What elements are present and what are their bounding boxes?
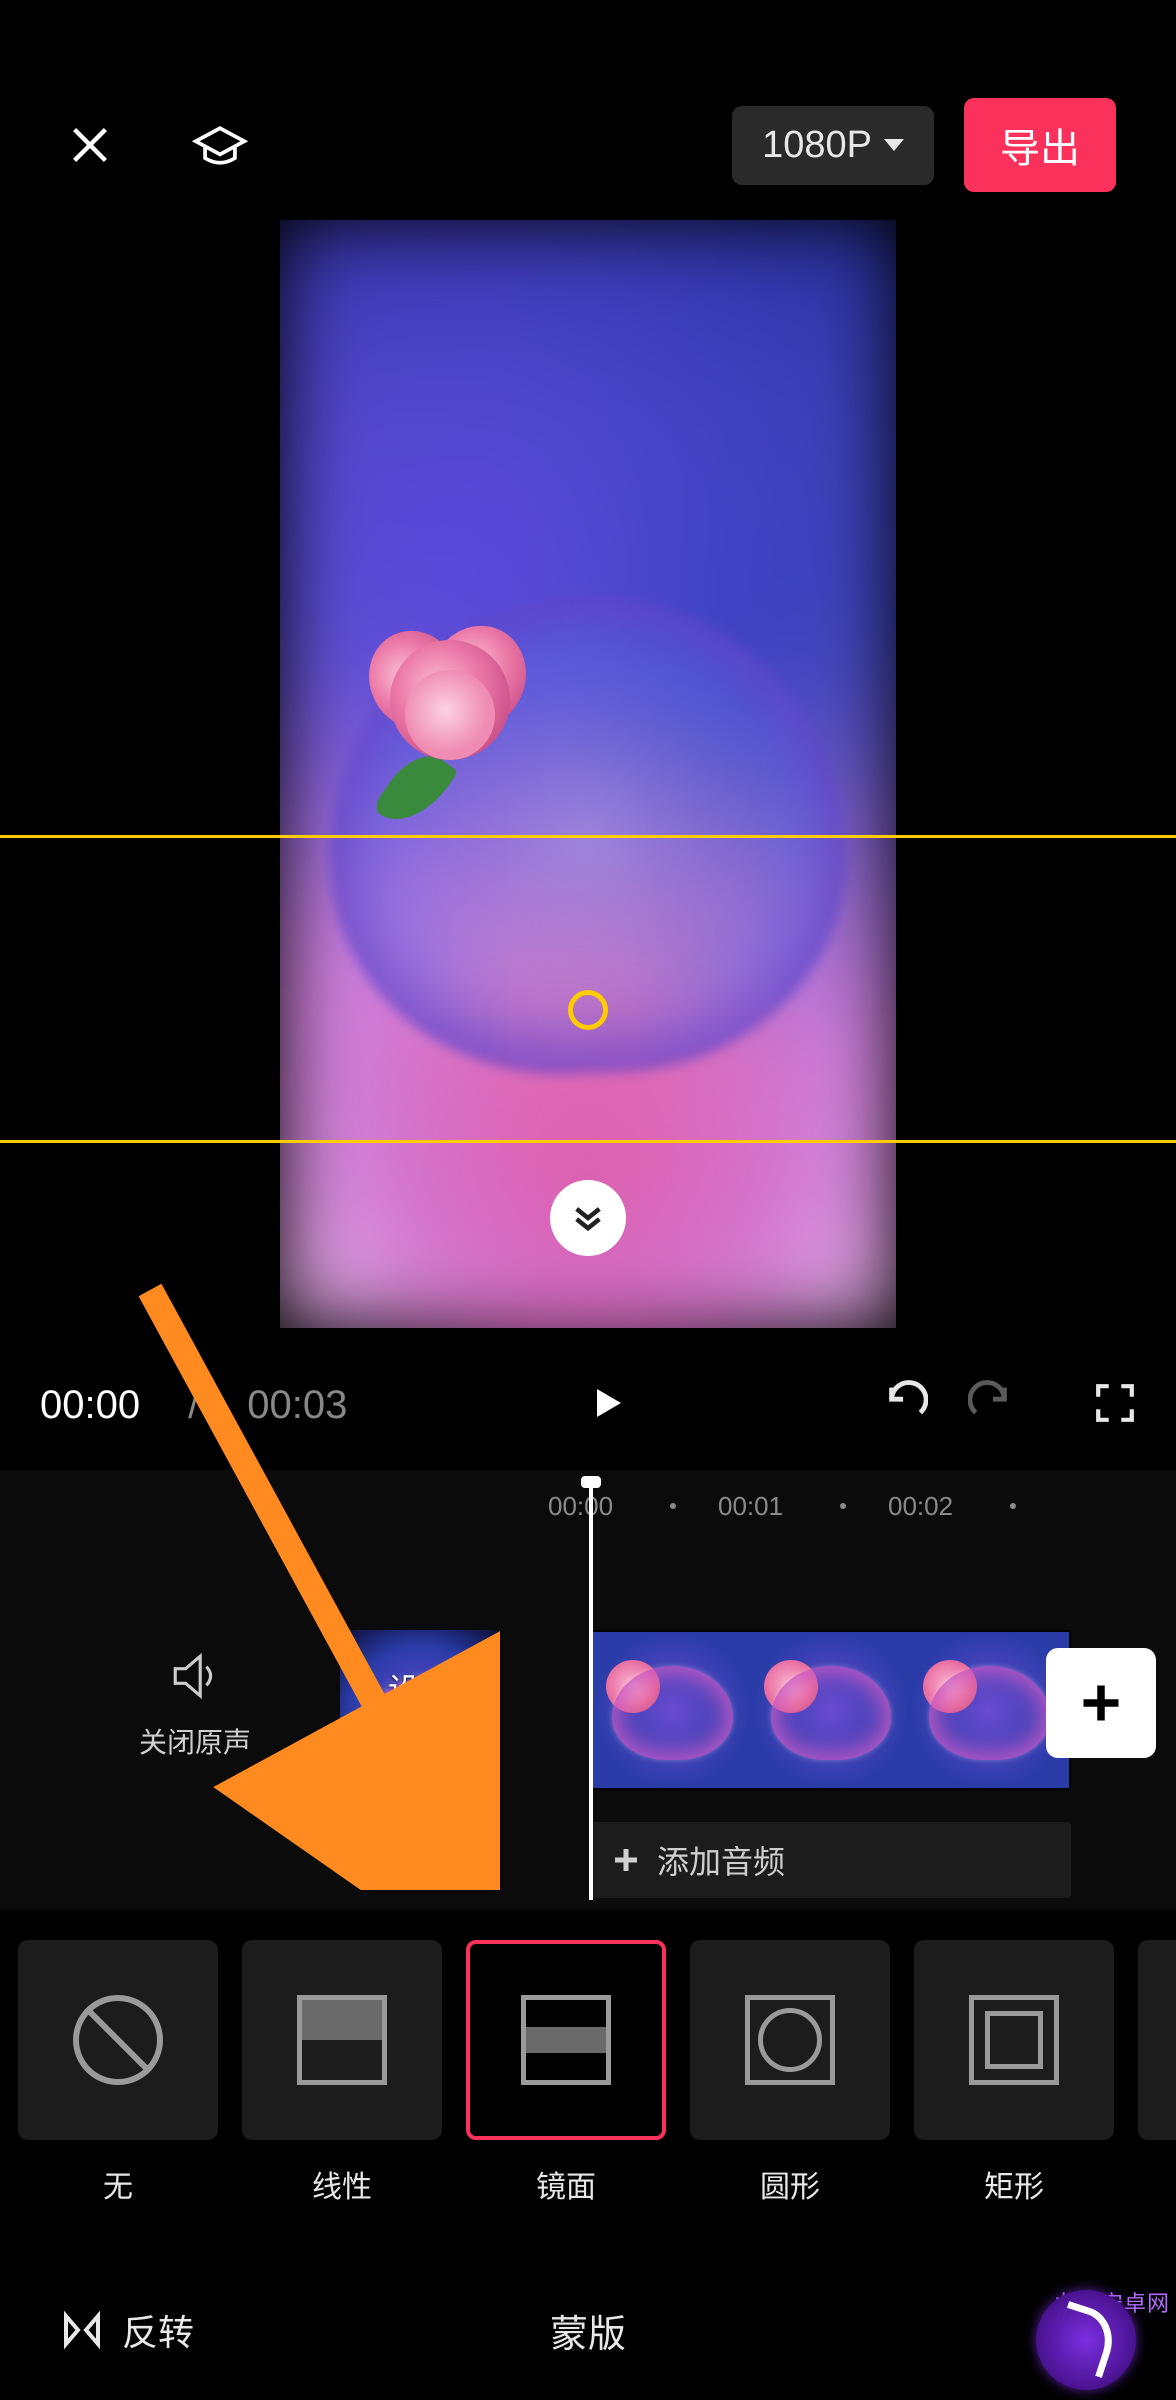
fullscreen-icon <box>1094 1382 1136 1424</box>
ruler-dot <box>840 1503 846 1509</box>
watermark-logo-icon <box>1036 2290 1136 2390</box>
preview-area <box>0 220 1176 1328</box>
none-icon <box>73 1995 163 2085</box>
timeline[interactable]: 00:00 00:01 00:02 关闭原声 设置 封面 添加音频 <box>0 1470 1176 1910</box>
mask-options: 无 线性 镜面 圆形 矩形 <box>0 1940 1176 2220</box>
ruler-mark: 00:01 <box>718 1491 783 1522</box>
redo-button <box>968 1380 1014 1431</box>
set-cover-label: 设置 封面 <box>388 1670 452 1750</box>
chevron-double-down-icon <box>571 1201 605 1235</box>
graduation-cap-icon <box>192 117 248 173</box>
rose-graphic <box>350 600 550 800</box>
mask-guide-bottom[interactable] <box>0 1140 1176 1143</box>
time-current: 00:00 <box>40 1383 140 1428</box>
mask-option-linear[interactable]: 线性 <box>242 1940 442 2206</box>
time-total: 00:03 <box>247 1383 347 1428</box>
set-cover-button[interactable]: 设置 封面 <box>340 1630 500 1790</box>
export-label: 导出 <box>1000 127 1080 171</box>
panel-title: 蒙版 <box>550 2303 626 2358</box>
tutorial-button[interactable] <box>190 115 250 175</box>
time-separator: / <box>188 1383 199 1428</box>
mute-original-audio[interactable]: 关闭原声 <box>130 1650 260 1761</box>
fullscreen-button[interactable] <box>1094 1382 1136 1429</box>
plus-icon <box>1076 1678 1126 1728</box>
mask-option-mirror[interactable]: 镜面 <box>466 1940 666 2206</box>
ruler-mark: 00:00 <box>548 1491 613 1522</box>
mask-label: 线性 <box>312 2162 372 2206</box>
play-icon <box>587 1383 627 1423</box>
ruler-dot <box>1010 1503 1016 1509</box>
mirror-icon <box>521 1995 611 2085</box>
add-clip-button[interactable] <box>1046 1648 1156 1758</box>
watermark: 龙城安卓网 <box>996 2280 1176 2400</box>
mask-guide-top[interactable] <box>0 835 1176 838</box>
mask-label: 无 <box>103 2162 133 2206</box>
add-audio-label: 添加音频 <box>657 1837 785 1883</box>
undo-icon <box>882 1380 928 1426</box>
mask-center-handle[interactable] <box>568 990 608 1030</box>
mask-label: 圆形 <box>760 2162 820 2206</box>
mirror-flip-icon <box>60 2308 104 2352</box>
timeline-ruler[interactable]: 00:00 00:01 00:02 <box>0 1486 1176 1526</box>
mute-label: 关闭原声 <box>130 1721 260 1761</box>
ruler-dot <box>670 1503 676 1509</box>
resolution-value: 1080P <box>762 124 872 167</box>
mask-expand-handle[interactable] <box>550 1180 626 1256</box>
redo-icon <box>968 1380 1014 1426</box>
close-button[interactable] <box>60 115 120 175</box>
mask-option-none[interactable]: 无 <box>18 1940 218 2206</box>
mask-option-more[interactable] <box>1138 1940 1176 2140</box>
circle-icon <box>745 1995 835 2085</box>
add-audio-button[interactable]: 添加音频 <box>591 1822 1071 1898</box>
mask-option-rect[interactable]: 矩形 <box>914 1940 1114 2206</box>
resolution-dropdown[interactable]: 1080P <box>732 106 934 185</box>
mask-option-circle[interactable]: 圆形 <box>690 1940 890 2206</box>
linear-icon <box>297 1995 387 2085</box>
mask-label: 矩形 <box>984 2162 1044 2206</box>
invert-mask-button[interactable]: 反转 <box>60 2304 194 2356</box>
plus-small-icon <box>611 1845 641 1875</box>
video-clip[interactable] <box>591 1630 1071 1790</box>
rect-icon <box>969 1995 1059 2085</box>
caret-down-icon <box>884 139 904 151</box>
export-button[interactable]: 导出 <box>964 98 1116 192</box>
ruler-mark: 00:02 <box>888 1491 953 1522</box>
close-icon <box>68 123 112 167</box>
playhead[interactable] <box>589 1480 593 1900</box>
mask-label: 镜面 <box>536 2162 596 2206</box>
preview-canvas[interactable] <box>280 220 896 1328</box>
invert-label: 反转 <box>122 2304 194 2356</box>
speaker-icon <box>169 1650 221 1702</box>
undo-button[interactable] <box>882 1380 928 1431</box>
play-button[interactable] <box>587 1383 627 1428</box>
